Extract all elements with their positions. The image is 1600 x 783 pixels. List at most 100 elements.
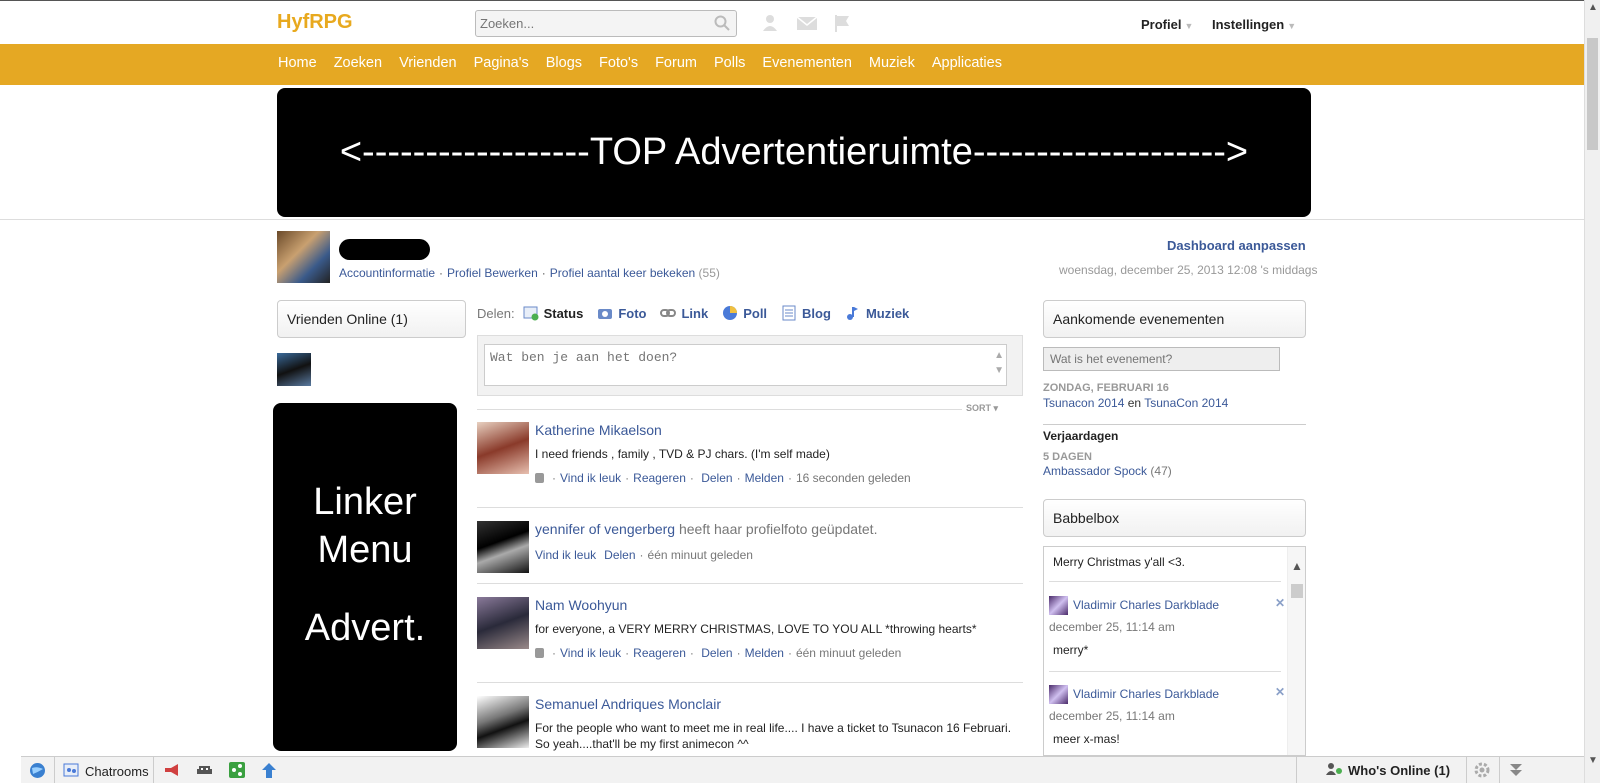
section-divider [1043, 424, 1306, 425]
dashboard-customize-link[interactable]: Dashboard aanpassen [1167, 238, 1306, 253]
chatrooms-button[interactable]: Chatrooms [63, 762, 149, 781]
composer-scroll-arrows[interactable]: ▲ ▼ [994, 348, 1004, 378]
online-users-icon [1326, 762, 1342, 779]
top-advert-banner[interactable]: <------------------TOP Advertentieruimte… [277, 88, 1311, 217]
nav-fotos[interactable]: Foto's [599, 55, 638, 71]
event-link[interactable]: TsunaCon 2014 [1144, 396, 1228, 410]
nav-zoeken[interactable]: Zoeken [334, 55, 382, 71]
settings-menu[interactable]: Instellingen ▼ [1212, 17, 1296, 32]
author-name[interactable]: Semanuel Andriques Monclair [535, 696, 721, 712]
report-link[interactable]: Melden [745, 471, 784, 485]
like-link[interactable]: Vind ik leuk [560, 471, 621, 485]
event-input[interactable] [1043, 347, 1280, 371]
event-date: ZONDAG, FEBRUARI 16 [1043, 382, 1169, 394]
collapse-down-icon[interactable] [1508, 762, 1524, 778]
upload-arrow-icon[interactable] [261, 762, 277, 779]
share-status-tab[interactable]: Status [523, 305, 583, 321]
profile-views-link[interactable]: Profiel aantal keer bekeken [550, 266, 695, 280]
share-photo-tab[interactable]: Foto [597, 305, 646, 321]
chat-author-link[interactable]: Vladimir Charles Darkblade [1073, 687, 1219, 701]
chevron-up-icon[interactable]: ▲ [1291, 559, 1303, 573]
nav-paginas[interactable]: Pagina's [474, 55, 529, 71]
nav-home[interactable]: Home [278, 55, 317, 71]
report-link[interactable]: Melden [745, 646, 784, 660]
share-blog-tab[interactable]: Blog [781, 305, 831, 321]
like-link[interactable]: Vind ik leuk [535, 548, 596, 562]
whos-online-button[interactable]: Who's Online (1) [1326, 762, 1450, 779]
chat-author-link[interactable]: Vladimir Charles Darkblade [1073, 598, 1219, 612]
scroll-down-icon[interactable]: ▼ [1588, 755, 1598, 766]
delete-message-icon[interactable]: ✕ [1275, 596, 1285, 610]
post-action-text: heeft haar profielfoto geüpdatet. [678, 521, 878, 537]
nav-evenementen[interactable]: Evenementen [762, 55, 851, 71]
author-name[interactable]: yennifer of vengerberg [535, 521, 675, 537]
nav-muziek[interactable]: Muziek [869, 55, 915, 71]
sort-divider [477, 409, 962, 410]
chat-avatar[interactable] [1049, 596, 1068, 615]
nav-blogs[interactable]: Blogs [546, 55, 582, 71]
scroll-thumb[interactable] [1291, 584, 1303, 598]
profile-menu-label: Profiel [1141, 17, 1182, 32]
sort-button[interactable]: SORT ▾ [966, 403, 998, 414]
share-link[interactable]: Delen [701, 471, 732, 485]
edit-profile-link[interactable]: Profiel Bewerken [447, 266, 538, 280]
search-input[interactable] [476, 11, 706, 36]
share-link-tab[interactable]: Link [660, 305, 708, 321]
post-actions: Vind ik leuk Delen · één minuut geleden [535, 548, 753, 562]
status-input[interactable] [484, 344, 1007, 386]
search-icon[interactable] [714, 15, 730, 34]
nav-vrienden[interactable]: Vrienden [399, 55, 457, 71]
nav-applicaties[interactable]: Applicaties [932, 55, 1002, 71]
birthday-name-link[interactable]: Ambassador Spock [1043, 464, 1147, 478]
globe-icon[interactable] [29, 762, 46, 779]
profile-menu[interactable]: Profiel ▼ [1141, 17, 1193, 32]
reply-link[interactable]: Reageren [633, 471, 686, 485]
nav-polls[interactable]: Polls [714, 55, 745, 71]
gear-icon[interactable] [1474, 762, 1490, 778]
author-name[interactable]: Katherine Mikaelson [535, 422, 662, 438]
feed-item: Katherine Mikaelson I need friends , fam… [477, 422, 1023, 502]
share-poll-tab[interactable]: Poll [722, 305, 767, 321]
avatar[interactable] [277, 231, 330, 283]
event-list: Tsunacon 2014 en TsunaCon 2014 [1043, 396, 1229, 410]
like-link[interactable]: Vind ik leuk [560, 646, 621, 660]
messages-icon[interactable] [796, 13, 818, 33]
chat-avatar[interactable] [1049, 685, 1068, 704]
birthday-entry: Ambassador Spock (47) [1043, 464, 1172, 478]
author-avatar[interactable] [477, 597, 529, 649]
megaphone-icon[interactable] [163, 762, 180, 778]
blog-icon [781, 305, 797, 321]
reply-link[interactable]: Reageren [633, 646, 686, 660]
notifications-flag-icon[interactable] [832, 13, 852, 33]
share-music-tab[interactable]: Muziek [845, 305, 909, 321]
babbelbox-header[interactable]: Babbelbox [1043, 499, 1306, 537]
scroll-up-icon[interactable]: ▲ [1588, 2, 1598, 13]
nav-forum[interactable]: Forum [655, 55, 697, 71]
online-friend-avatar[interactable] [277, 353, 311, 386]
upcoming-events-header[interactable]: Aankomende evenementen [1043, 300, 1306, 338]
friend-requests-icon[interactable] [760, 13, 780, 33]
friends-online-header[interactable]: Vrienden Online (1) [277, 300, 466, 338]
babbelbox-scrollbar[interactable]: ▲ [1287, 547, 1305, 755]
feed-item: yennifer of vengerberg heeft haar profie… [477, 521, 1023, 581]
lock-icon [535, 648, 544, 658]
author-name[interactable]: Nam Woohyun [535, 597, 627, 613]
share-link[interactable]: Delen [604, 548, 635, 562]
birthdays-title: Verjaardagen [1043, 429, 1119, 443]
share-icon[interactable] [229, 762, 245, 778]
post-headline: yennifer of vengerberg heeft haar profie… [535, 521, 877, 537]
share-link[interactable]: Delen [701, 646, 732, 660]
author-avatar[interactable] [477, 696, 529, 748]
event-link[interactable]: Tsunacon 2014 [1043, 396, 1124, 410]
account-info-link[interactable]: Accountinformatie [339, 266, 435, 280]
page-scroll-thumb[interactable] [1587, 38, 1598, 150]
page-scrollbar[interactable]: ▲ ▼ [1584, 0, 1600, 783]
site-logo[interactable]: HyfRPG [277, 11, 353, 34]
settings-menu-label: Instellingen [1212, 17, 1285, 32]
feed-divider [477, 682, 1023, 683]
author-avatar[interactable] [477, 521, 529, 573]
author-avatar[interactable] [477, 422, 529, 474]
left-menu-advert[interactable]: Linker Menu Advert. [273, 403, 457, 751]
delete-message-icon[interactable]: ✕ [1275, 685, 1285, 699]
game-icon[interactable] [196, 762, 213, 778]
